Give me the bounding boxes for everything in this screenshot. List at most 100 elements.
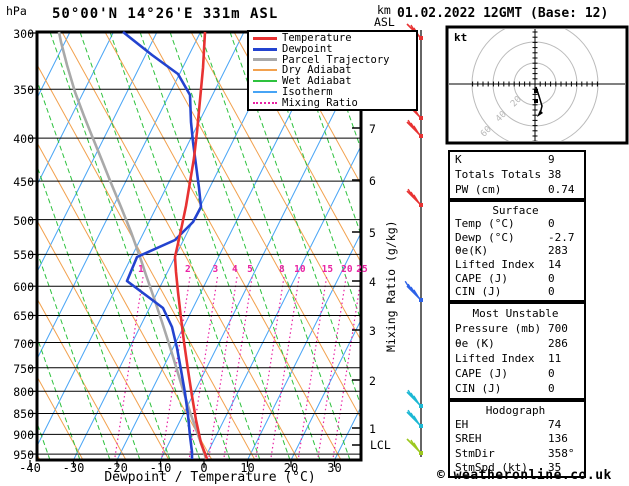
index-label: θe (K) xyxy=(455,336,495,350)
index-value: -2.7 xyxy=(548,230,575,244)
hodograph-unit-label: kt xyxy=(454,31,468,44)
index-value: 700 xyxy=(548,321,568,335)
legend-item-label: Temperature xyxy=(282,32,352,45)
pressure-unit-label: hPa xyxy=(6,4,27,18)
indices-box-title: Surface xyxy=(492,203,539,217)
index-label: StmDir xyxy=(455,446,495,460)
km-tick-7: 7 xyxy=(369,122,376,136)
index-label: EH xyxy=(455,418,469,432)
legend-swatch-icon xyxy=(253,47,277,51)
indices-box-stability: K 9 Totals Totals 38 PW (cm) 0.74 xyxy=(448,150,586,200)
legend-item-wet-adiabat: Wet Adiabat xyxy=(253,76,416,86)
index-value: 0 xyxy=(548,382,555,396)
pressure-tick-700: 700 xyxy=(13,336,34,351)
legend-item-label: Mixing Ratio xyxy=(282,96,358,109)
legend-swatch-icon xyxy=(253,90,277,93)
index-label: Temp (°C) xyxy=(455,217,515,231)
indices-box-surface: Surface Temp (°C) 0 Dewp (°C) -2.7 θe(K) 283 Li… xyxy=(448,200,586,302)
mixing-tick-15: 15 xyxy=(321,264,334,275)
copyright-footer: © weatheronline.co.uk xyxy=(437,468,612,483)
pressure-tick-800: 800 xyxy=(13,385,34,400)
index-value: 14 xyxy=(548,258,562,272)
km-tick-1: 1 xyxy=(369,422,376,436)
index-row-cape-j-: CAPE (J) 0 xyxy=(455,271,584,285)
index-row-pw-cm-: PW (cm) 0.74 xyxy=(455,182,584,196)
mixing-ratio-axis-title: Mixing Ratio (g/kg) xyxy=(384,220,398,352)
mixing-tick-10: 10 xyxy=(294,264,306,275)
mixing-tick-8: 8 xyxy=(278,264,285,275)
km-tick-6: 6 xyxy=(369,174,376,188)
index-label: Dewp (°C) xyxy=(455,230,515,244)
indices-box-hodograph: Hodograph EH 74 SREH 136 StmDir 358° StmSpd (kt… xyxy=(448,400,586,478)
legend-item-label: Dewpoint xyxy=(282,43,333,56)
pressure-tick-350: 350 xyxy=(13,83,34,98)
station-title: 50°00'N 14°26'E 331m ASL xyxy=(52,6,279,22)
km-tick-5: 5 xyxy=(369,226,376,240)
index-value: 0 xyxy=(548,367,555,381)
legend-item-mixing-ratio: Mixing Ratio xyxy=(253,96,416,109)
index-label: Lifted Index xyxy=(455,258,535,272)
index-row-pressure-mb-: Pressure (mb) 700 xyxy=(455,321,584,335)
x-axis-title: Dewpoint / Temperature (°C) xyxy=(104,470,316,485)
legend-swatch-icon xyxy=(253,36,277,40)
mixing-tick-25: 25 xyxy=(356,264,368,275)
index-row-stmdir: StmDir 358° xyxy=(455,446,584,460)
index-label: Totals Totals xyxy=(455,167,542,181)
mixing-tick-20: 20 xyxy=(341,264,353,275)
indices-box-most-unstable: Most Unstable Pressure (mb) 700 θe (K) 286 Li… xyxy=(448,302,586,400)
index-label: PW (cm) xyxy=(455,182,502,196)
lcl-label: LCL xyxy=(370,438,391,452)
index-row-k: K9 xyxy=(455,154,584,166)
pressure-tick-500: 500 xyxy=(13,213,34,228)
indices-box-title: Most Unstable xyxy=(472,306,559,320)
legend-item-temperature: Temperature xyxy=(253,32,416,45)
pressure-tick-600: 600 xyxy=(13,280,34,295)
legend-item-label: Parcel Trajectory xyxy=(282,53,390,66)
mixing-tick-1: 1 xyxy=(138,264,144,275)
pressure-tick-400: 400 xyxy=(13,132,34,147)
pressure-tick-750: 750 xyxy=(13,361,34,376)
index-row--e-k-: θe (K) 286 xyxy=(455,336,584,350)
index-label: CIN (J) xyxy=(455,382,502,396)
legend-item-label: Wet Adiabat xyxy=(282,75,352,88)
index-row-lifted-index: Lifted Index 11 xyxy=(455,353,584,365)
index-label: K xyxy=(455,153,462,167)
sounding-page: hPa 50°00'N 14°26'E 331m ASL km ASL 01.0… xyxy=(0,0,629,486)
pressure-tick-850: 850 xyxy=(13,407,34,422)
index-row-cape-j-: CAPE (J) 0 xyxy=(455,368,584,380)
index-label: CAPE (J) xyxy=(455,367,508,381)
legend-swatch-icon xyxy=(253,80,277,83)
pressure-tick-950: 950 xyxy=(13,448,34,463)
mixing-tick-4: 4 xyxy=(231,264,238,275)
index-row-totals-totals: Totals Totals 38 xyxy=(455,167,584,181)
legend-swatch-icon xyxy=(253,69,277,72)
index-row-sreh: SREH 136 xyxy=(455,433,584,445)
index-row-lifted-index: Lifted Index 14 xyxy=(455,259,584,271)
index-row-dewp-c-: Dewp (°C) -2.7 xyxy=(455,230,584,244)
height-unit-asl: ASL xyxy=(374,15,395,29)
index-value: 358° xyxy=(548,446,575,460)
legend-item-isotherm: Isotherm xyxy=(253,87,416,97)
index-value: 136 xyxy=(548,432,568,446)
index-row-cin-j-: CIN (J) 0 xyxy=(455,286,584,298)
legend-item-dewpoint: Dewpoint xyxy=(253,44,416,54)
index-value: 0 xyxy=(548,285,555,299)
temp-tick--40: -40 xyxy=(19,461,41,475)
index-label: θe(K) xyxy=(455,244,489,258)
legend-item-parcel-trajectory: Parcel Trajectory xyxy=(253,55,416,65)
index-row--e-k-: θe(K) 283 xyxy=(455,245,584,257)
mixing-tick-5: 5 xyxy=(247,264,253,275)
km-tick-4: 4 xyxy=(369,275,376,289)
index-value: 0 xyxy=(548,271,555,285)
pressure-tick-550: 550 xyxy=(13,248,34,263)
index-label: SREH xyxy=(455,432,482,446)
index-label: Pressure (mb) xyxy=(455,321,542,335)
legend-item-label: Dry Adiabat xyxy=(282,64,352,77)
mixing-tick-3: 3 xyxy=(212,264,219,275)
index-value: 283 xyxy=(548,244,568,258)
run-datetime: 01.02.2022 12GMT (Base: 12) xyxy=(397,6,609,21)
index-row-eh: EH 74 xyxy=(455,419,584,431)
pressure-tick-450: 450 xyxy=(13,175,34,190)
index-label: Lifted Index xyxy=(455,352,535,366)
legend-swatch-icon xyxy=(253,101,277,104)
